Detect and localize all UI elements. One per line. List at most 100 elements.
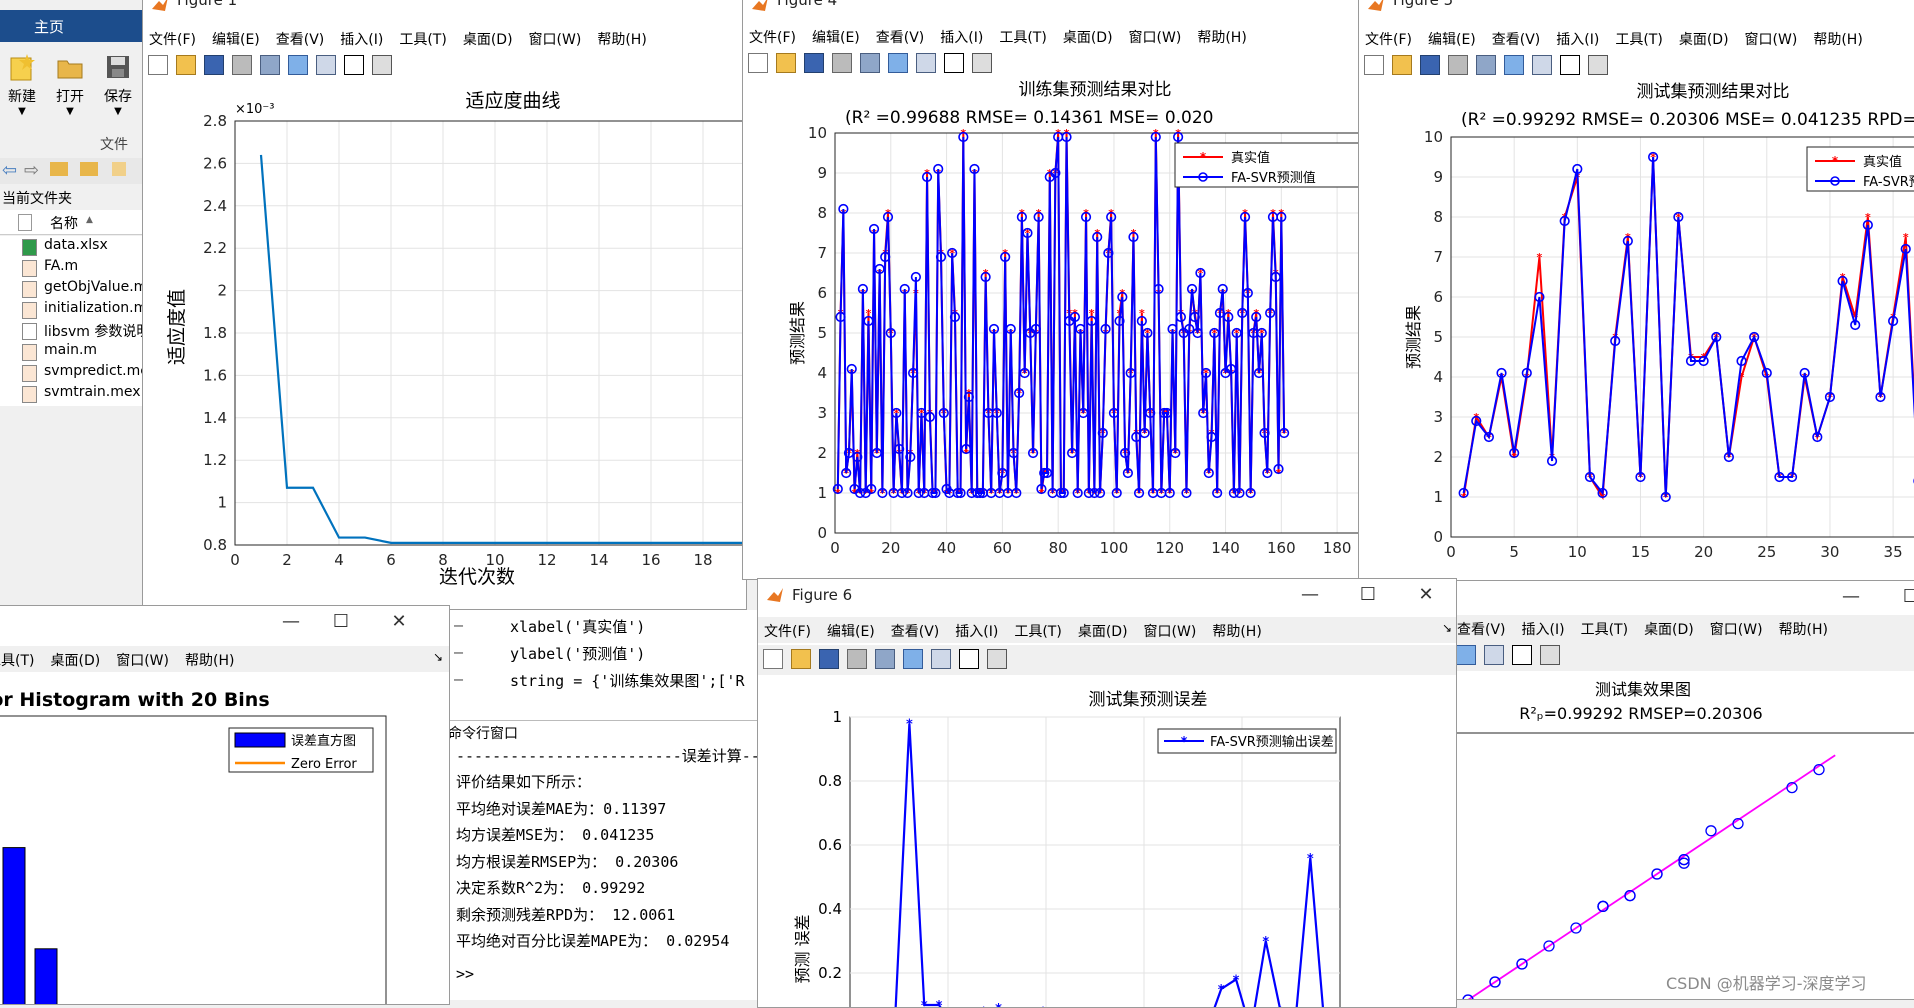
menu-item-6[interactable]: 窗口(W) bbox=[1745, 29, 1798, 49]
file-list-item[interactable]: main.m bbox=[0, 341, 142, 362]
colorbar-icon[interactable] bbox=[903, 649, 923, 669]
dock-arrow-icon[interactable]: ↘ bbox=[433, 650, 443, 664]
menu-item-7[interactable]: 帮助(H) bbox=[1813, 29, 1862, 49]
menu-item-6[interactable]: 窗口(W) bbox=[529, 29, 582, 49]
menu-item-4[interactable]: 工具(T) bbox=[999, 27, 1046, 47]
menu-item-2[interactable]: 查看(V) bbox=[876, 27, 925, 47]
maximize-icon[interactable]: ☐ bbox=[1348, 583, 1388, 607]
save-icon[interactable] bbox=[804, 53, 824, 73]
figure1-titlebar[interactable]: Figure 1 bbox=[143, 0, 746, 15]
file-list-item[interactable]: FA.m bbox=[0, 257, 142, 278]
new-figure-icon[interactable] bbox=[148, 55, 168, 75]
menu-item-6[interactable]: 窗口(W) bbox=[1144, 621, 1197, 641]
menu-item-7[interactable]: 帮助(H) bbox=[1197, 27, 1246, 47]
menu-item-1[interactable]: 编辑(E) bbox=[827, 621, 875, 641]
link-plot-icon[interactable] bbox=[875, 649, 895, 669]
menu-item-1[interactable]: 插入(I) bbox=[1522, 619, 1565, 639]
menu-item-6[interactable]: 窗口(W) bbox=[1129, 27, 1182, 47]
menu-item-1[interactable]: 编辑(E) bbox=[812, 27, 860, 47]
figure4-titlebar[interactable]: Figure 4 bbox=[743, 0, 1361, 15]
minimize-icon[interactable]: — bbox=[271, 610, 311, 634]
menu-item-3[interactable]: 帮助(H) bbox=[185, 650, 234, 670]
menu-item-4[interactable]: 窗口(W) bbox=[1710, 619, 1763, 639]
save-icon[interactable] bbox=[1420, 55, 1440, 75]
home-tab[interactable]: 主页 bbox=[0, 10, 142, 42]
new-button[interactable]: 新建 ▼ bbox=[4, 52, 40, 124]
menu-item-0[interactable]: 查看(V) bbox=[1457, 619, 1506, 639]
editor-pane[interactable]: 9—xlabel('真实值')0—ylabel('预测值')1—string =… bbox=[440, 610, 770, 730]
menu-item-1[interactable]: 桌面(D) bbox=[50, 650, 100, 670]
menu-item-2[interactable]: 工具(T) bbox=[1581, 619, 1628, 639]
legend-icon[interactable] bbox=[1532, 55, 1552, 75]
menu-item-5[interactable]: 桌面(D) bbox=[463, 29, 513, 49]
file-list-item[interactable]: initialization.m bbox=[0, 299, 147, 320]
menu-item-3[interactable]: 插入(I) bbox=[940, 27, 983, 47]
new-figure-icon[interactable] bbox=[748, 53, 768, 73]
close-icon[interactable]: ✕ bbox=[379, 610, 419, 634]
menu-item-2[interactable]: 查看(V) bbox=[891, 621, 940, 641]
folder-icon[interactable] bbox=[112, 162, 126, 176]
close-icon[interactable]: ✕ bbox=[1406, 583, 1446, 607]
open-button[interactable]: 打开 ▼ bbox=[52, 52, 88, 124]
link-plot-icon[interactable] bbox=[860, 53, 880, 73]
menu-item-2[interactable]: 查看(V) bbox=[1492, 29, 1541, 49]
print-icon[interactable] bbox=[1448, 55, 1468, 75]
pointer-icon[interactable] bbox=[344, 55, 364, 75]
file-list-header[interactable]: 名称 ▲ bbox=[0, 210, 142, 235]
save-icon[interactable] bbox=[204, 55, 224, 75]
menu-item-1[interactable]: 编辑(E) bbox=[1428, 29, 1476, 49]
legend-icon[interactable] bbox=[931, 649, 951, 669]
menu-item-0[interactable]: 文件(F) bbox=[1365, 29, 1412, 49]
menu-item-7[interactable]: 帮助(H) bbox=[1212, 621, 1261, 641]
figure6-titlebar[interactable]: Figure 6 — ☐ ✕ bbox=[758, 579, 1456, 613]
menu-item-4[interactable]: 工具(T) bbox=[399, 29, 446, 49]
colorbar-icon[interactable] bbox=[288, 55, 308, 75]
menu-item-1[interactable]: 编辑(E) bbox=[212, 29, 260, 49]
up-folder-icon[interactable] bbox=[50, 162, 68, 176]
open-file-icon[interactable] bbox=[1392, 55, 1412, 75]
menu-item-3[interactable]: 桌面(D) bbox=[1644, 619, 1694, 639]
figure5-titlebar[interactable]: Figure 5 bbox=[1359, 0, 1914, 15]
menu-item-2[interactable]: 查看(V) bbox=[276, 29, 325, 49]
histogram-titlebar[interactable]: — ☐ ✕ bbox=[0, 606, 449, 642]
file-list-item[interactable]: libsvm 参数说明 bbox=[0, 320, 150, 341]
menu-item-5[interactable]: 桌面(D) bbox=[1078, 621, 1128, 641]
file-list-item[interactable]: getObjValue.m bbox=[0, 278, 147, 299]
property-editor-icon[interactable] bbox=[1540, 645, 1560, 665]
menu-item-3[interactable]: 插入(I) bbox=[955, 621, 998, 641]
menu-item-5[interactable]: 帮助(H) bbox=[1779, 619, 1828, 639]
menu-item-2[interactable]: 窗口(W) bbox=[116, 650, 169, 670]
command-window[interactable]: 命令行窗口 -------------------------误差计算-----… bbox=[446, 720, 805, 1000]
colorbar-icon[interactable] bbox=[1504, 55, 1524, 75]
menu-item-0[interactable]: 文件(F) bbox=[149, 29, 196, 49]
property-editor-icon[interactable] bbox=[987, 649, 1007, 669]
colorbar-icon[interactable] bbox=[1456, 645, 1476, 665]
print-icon[interactable] bbox=[847, 649, 867, 669]
file-list-item[interactable]: svmtrain.mex bbox=[0, 383, 142, 404]
print-icon[interactable] bbox=[832, 53, 852, 73]
link-plot-icon[interactable] bbox=[1476, 55, 1496, 75]
menu-item-3[interactable]: 插入(I) bbox=[1556, 29, 1599, 49]
menu-item-5[interactable]: 桌面(D) bbox=[1063, 27, 1113, 47]
open-file-icon[interactable] bbox=[791, 649, 811, 669]
property-editor-icon[interactable] bbox=[972, 53, 992, 73]
menu-item-4[interactable]: 工具(T) bbox=[1014, 621, 1061, 641]
file-list-item[interactable]: data.xlsx bbox=[0, 236, 142, 257]
save-icon[interactable] bbox=[819, 649, 839, 669]
minimize-icon[interactable]: — bbox=[1831, 585, 1871, 609]
menu-item-3[interactable]: 插入(I) bbox=[340, 29, 383, 49]
pointer-icon[interactable] bbox=[959, 649, 979, 669]
open-file-icon[interactable] bbox=[776, 53, 796, 73]
maximize-icon[interactable]: ☐ bbox=[1891, 585, 1914, 609]
back-arrow-icon[interactable]: ⇦ bbox=[2, 160, 17, 181]
menu-item-0[interactable]: 工具(T) bbox=[0, 650, 34, 670]
save-button[interactable]: 保存 ▼ bbox=[100, 52, 136, 124]
legend-icon[interactable] bbox=[1484, 645, 1504, 665]
link-plot-icon[interactable] bbox=[260, 55, 280, 75]
new-figure-icon[interactable] bbox=[763, 649, 783, 669]
browse-folder-icon[interactable] bbox=[80, 162, 98, 176]
open-file-icon[interactable] bbox=[176, 55, 196, 75]
pointer-icon[interactable] bbox=[944, 53, 964, 73]
file-list-item[interactable]: svmpredict.mex bbox=[0, 362, 157, 383]
colorbar-icon[interactable] bbox=[888, 53, 908, 73]
